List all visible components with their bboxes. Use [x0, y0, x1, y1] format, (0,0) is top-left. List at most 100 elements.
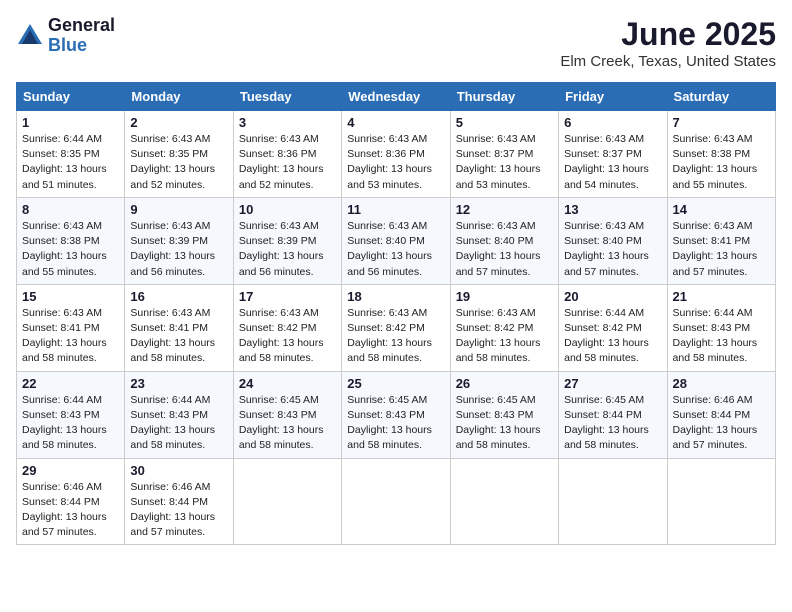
- table-row: 9 Sunrise: 6:43 AMSunset: 8:39 PMDayligh…: [125, 197, 233, 284]
- day-number: 4: [347, 115, 444, 130]
- day-number: 17: [239, 289, 336, 304]
- day-info: Sunrise: 6:43 AMSunset: 8:38 PMDaylight:…: [22, 220, 107, 278]
- day-info: Sunrise: 6:44 AMSunset: 8:43 PMDaylight:…: [22, 394, 107, 452]
- day-info: Sunrise: 6:45 AMSunset: 8:43 PMDaylight:…: [456, 394, 541, 452]
- table-row: 25 Sunrise: 6:45 AMSunset: 8:43 PMDaylig…: [342, 371, 450, 458]
- header-sunday: Sunday: [17, 83, 125, 111]
- day-info: Sunrise: 6:43 AMSunset: 8:39 PMDaylight:…: [130, 220, 215, 278]
- day-number: 7: [673, 115, 770, 130]
- day-info: Sunrise: 6:43 AMSunset: 8:36 PMDaylight:…: [239, 133, 324, 191]
- day-number: 29: [22, 463, 119, 478]
- day-number: 28: [673, 376, 770, 391]
- table-row: 16 Sunrise: 6:43 AMSunset: 8:41 PMDaylig…: [125, 284, 233, 371]
- logo: General Blue: [16, 16, 115, 56]
- table-row: [233, 458, 341, 545]
- calendar-week-row: 22 Sunrise: 6:44 AMSunset: 8:43 PMDaylig…: [17, 371, 776, 458]
- table-row: [450, 458, 558, 545]
- day-info: Sunrise: 6:44 AMSunset: 8:43 PMDaylight:…: [130, 394, 215, 452]
- calendar-week-row: 29 Sunrise: 6:46 AMSunset: 8:44 PMDaylig…: [17, 458, 776, 545]
- header-tuesday: Tuesday: [233, 83, 341, 111]
- day-info: Sunrise: 6:46 AMSunset: 8:44 PMDaylight:…: [130, 481, 215, 539]
- table-row: [559, 458, 667, 545]
- day-number: 22: [22, 376, 119, 391]
- day-info: Sunrise: 6:43 AMSunset: 8:40 PMDaylight:…: [456, 220, 541, 278]
- table-row: 23 Sunrise: 6:44 AMSunset: 8:43 PMDaylig…: [125, 371, 233, 458]
- table-row: [342, 458, 450, 545]
- day-number: 5: [456, 115, 553, 130]
- day-number: 2: [130, 115, 227, 130]
- day-number: 6: [564, 115, 661, 130]
- day-info: Sunrise: 6:43 AMSunset: 8:40 PMDaylight:…: [347, 220, 432, 278]
- logo-blue: Blue: [48, 36, 115, 56]
- day-number: 3: [239, 115, 336, 130]
- day-info: Sunrise: 6:44 AMSunset: 8:42 PMDaylight:…: [564, 307, 649, 365]
- table-row: 28 Sunrise: 6:46 AMSunset: 8:44 PMDaylig…: [667, 371, 775, 458]
- calendar-header-row: Sunday Monday Tuesday Wednesday Thursday…: [17, 83, 776, 111]
- day-info: Sunrise: 6:44 AMSunset: 8:43 PMDaylight:…: [673, 307, 758, 365]
- day-info: Sunrise: 6:45 AMSunset: 8:43 PMDaylight:…: [347, 394, 432, 452]
- logo-icon: [16, 22, 44, 50]
- table-row: 1 Sunrise: 6:44 AMSunset: 8:35 PMDayligh…: [17, 111, 125, 198]
- table-row: 6 Sunrise: 6:43 AMSunset: 8:37 PMDayligh…: [559, 111, 667, 198]
- calendar-week-row: 1 Sunrise: 6:44 AMSunset: 8:35 PMDayligh…: [17, 111, 776, 198]
- day-number: 15: [22, 289, 119, 304]
- day-number: 26: [456, 376, 553, 391]
- day-number: 21: [673, 289, 770, 304]
- day-number: 10: [239, 202, 336, 217]
- page-header: General Blue June 2025 Elm Creek, Texas,…: [16, 16, 776, 70]
- table-row: 4 Sunrise: 6:43 AMSunset: 8:36 PMDayligh…: [342, 111, 450, 198]
- day-info: Sunrise: 6:43 AMSunset: 8:41 PMDaylight:…: [673, 220, 758, 278]
- table-row: 26 Sunrise: 6:45 AMSunset: 8:43 PMDaylig…: [450, 371, 558, 458]
- day-info: Sunrise: 6:43 AMSunset: 8:36 PMDaylight:…: [347, 133, 432, 191]
- day-info: Sunrise: 6:43 AMSunset: 8:42 PMDaylight:…: [456, 307, 541, 365]
- day-number: 19: [456, 289, 553, 304]
- header-friday: Friday: [559, 83, 667, 111]
- calendar-table: Sunday Monday Tuesday Wednesday Thursday…: [16, 82, 776, 545]
- day-info: Sunrise: 6:45 AMSunset: 8:43 PMDaylight:…: [239, 394, 324, 452]
- day-info: Sunrise: 6:43 AMSunset: 8:35 PMDaylight:…: [130, 133, 215, 191]
- day-number: 13: [564, 202, 661, 217]
- calendar-week-row: 15 Sunrise: 6:43 AMSunset: 8:41 PMDaylig…: [17, 284, 776, 371]
- table-row: 8 Sunrise: 6:43 AMSunset: 8:38 PMDayligh…: [17, 197, 125, 284]
- day-info: Sunrise: 6:46 AMSunset: 8:44 PMDaylight:…: [673, 394, 758, 452]
- table-row: 18 Sunrise: 6:43 AMSunset: 8:42 PMDaylig…: [342, 284, 450, 371]
- table-row: 2 Sunrise: 6:43 AMSunset: 8:35 PMDayligh…: [125, 111, 233, 198]
- day-number: 24: [239, 376, 336, 391]
- month-title: June 2025: [560, 16, 776, 53]
- table-row: 15 Sunrise: 6:43 AMSunset: 8:41 PMDaylig…: [17, 284, 125, 371]
- day-info: Sunrise: 6:46 AMSunset: 8:44 PMDaylight:…: [22, 481, 107, 539]
- table-row: 3 Sunrise: 6:43 AMSunset: 8:36 PMDayligh…: [233, 111, 341, 198]
- day-info: Sunrise: 6:43 AMSunset: 8:37 PMDaylight:…: [456, 133, 541, 191]
- day-info: Sunrise: 6:43 AMSunset: 8:42 PMDaylight:…: [347, 307, 432, 365]
- day-number: 23: [130, 376, 227, 391]
- table-row: 13 Sunrise: 6:43 AMSunset: 8:40 PMDaylig…: [559, 197, 667, 284]
- table-row: 21 Sunrise: 6:44 AMSunset: 8:43 PMDaylig…: [667, 284, 775, 371]
- table-row: 24 Sunrise: 6:45 AMSunset: 8:43 PMDaylig…: [233, 371, 341, 458]
- table-row: 29 Sunrise: 6:46 AMSunset: 8:44 PMDaylig…: [17, 458, 125, 545]
- table-row: 22 Sunrise: 6:44 AMSunset: 8:43 PMDaylig…: [17, 371, 125, 458]
- day-number: 20: [564, 289, 661, 304]
- day-info: Sunrise: 6:43 AMSunset: 8:41 PMDaylight:…: [130, 307, 215, 365]
- day-info: Sunrise: 6:43 AMSunset: 8:38 PMDaylight:…: [673, 133, 758, 191]
- table-row: 14 Sunrise: 6:43 AMSunset: 8:41 PMDaylig…: [667, 197, 775, 284]
- table-row: [667, 458, 775, 545]
- day-number: 11: [347, 202, 444, 217]
- header-thursday: Thursday: [450, 83, 558, 111]
- day-info: Sunrise: 6:43 AMSunset: 8:41 PMDaylight:…: [22, 307, 107, 365]
- day-number: 18: [347, 289, 444, 304]
- header-monday: Monday: [125, 83, 233, 111]
- calendar-week-row: 8 Sunrise: 6:43 AMSunset: 8:38 PMDayligh…: [17, 197, 776, 284]
- day-number: 9: [130, 202, 227, 217]
- table-row: 30 Sunrise: 6:46 AMSunset: 8:44 PMDaylig…: [125, 458, 233, 545]
- table-row: 12 Sunrise: 6:43 AMSunset: 8:40 PMDaylig…: [450, 197, 558, 284]
- day-number: 14: [673, 202, 770, 217]
- table-row: 19 Sunrise: 6:43 AMSunset: 8:42 PMDaylig…: [450, 284, 558, 371]
- table-row: 17 Sunrise: 6:43 AMSunset: 8:42 PMDaylig…: [233, 284, 341, 371]
- day-number: 16: [130, 289, 227, 304]
- day-number: 27: [564, 376, 661, 391]
- day-number: 25: [347, 376, 444, 391]
- day-info: Sunrise: 6:43 AMSunset: 8:39 PMDaylight:…: [239, 220, 324, 278]
- table-row: 7 Sunrise: 6:43 AMSunset: 8:38 PMDayligh…: [667, 111, 775, 198]
- location: Elm Creek, Texas, United States: [560, 53, 776, 70]
- day-info: Sunrise: 6:43 AMSunset: 8:37 PMDaylight:…: [564, 133, 649, 191]
